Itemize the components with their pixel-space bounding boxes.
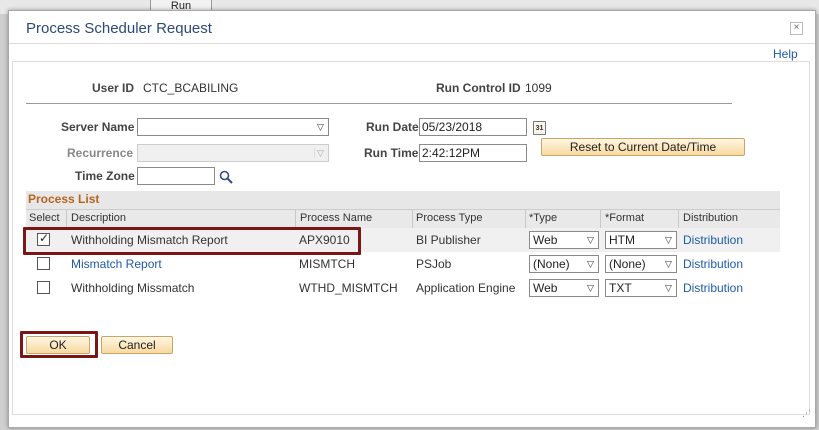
dialog-titlebar: Process Scheduler Request × [9, 11, 815, 44]
row-type-select[interactable]: Web ▽ [529, 279, 599, 297]
table-row: Withholding Missmatch WTHD_MISMTCH Appli… [26, 276, 780, 300]
ok-highlight-annotation [20, 331, 98, 358]
chevron-down-icon: ▽ [665, 235, 672, 245]
row-format-value: (None) [609, 257, 646, 271]
recurrence-label: Recurrence [67, 146, 134, 160]
chevron-down-icon: ▽ [587, 259, 594, 269]
close-icon[interactable]: × [790, 22, 803, 35]
chevron-down-icon: ▽ [317, 122, 324, 132]
run-date-input[interactable]: 05/23/2018 [419, 118, 527, 136]
row-process-type: Application Engine [416, 281, 516, 295]
cancel-button[interactable]: Cancel [101, 336, 173, 354]
col-description: Description [71, 212, 127, 224]
chevron-down-icon: ▽ [665, 259, 672, 269]
chevron-down-icon: ▽ [314, 148, 326, 158]
recurrence-select[interactable]: ▽ [137, 144, 329, 162]
row-format-select[interactable]: HTM ▽ [605, 231, 677, 249]
dialog-title: Process Scheduler Request [26, 20, 212, 37]
col-type: *Type [529, 212, 558, 224]
server-name-label: Server Name [61, 120, 135, 134]
chevron-down-icon: ▽ [587, 235, 594, 245]
col-distribution: Distribution [683, 212, 739, 224]
row-process-type: BI Publisher [416, 233, 481, 247]
run-date-label: Run Date [366, 120, 419, 134]
row-format-select[interactable]: TXT ▽ [605, 279, 677, 297]
process-list-column-headers: Select Description Process Name Process … [26, 209, 780, 229]
row-select-checkbox[interactable] [37, 281, 50, 294]
time-zone-input[interactable] [137, 167, 215, 185]
row-process-name: WTHD_MISMTCH [299, 281, 398, 295]
row-description: Withholding Missmatch [71, 281, 195, 295]
row-distribution-link[interactable]: Distribution [683, 233, 743, 247]
row-distribution-link[interactable]: Distribution [683, 257, 743, 271]
row-format-select[interactable]: (None) ▽ [605, 255, 677, 273]
row-process-type: PSJob [416, 257, 452, 271]
help-link[interactable]: Help [773, 47, 798, 61]
time-zone-label: Time Zone [75, 169, 135, 183]
row-highlight-annotation [23, 227, 361, 255]
col-divider [412, 210, 413, 228]
col-divider [295, 210, 296, 228]
col-select: Select [29, 212, 60, 224]
col-process-name: Process Name [300, 212, 373, 224]
run-control-id-label: Run Control ID [436, 81, 521, 95]
col-process-type: Process Type [416, 212, 483, 224]
chevron-down-icon: ▽ [587, 283, 594, 293]
col-format: *Format [605, 212, 645, 224]
col-divider [600, 210, 601, 228]
row-format-value: HTM [609, 233, 635, 247]
resize-grip-icon[interactable]: ⋰ [802, 408, 811, 419]
row-type-value: (None) [533, 257, 570, 271]
user-id-label: User ID [92, 81, 135, 95]
row-select-checkbox[interactable] [37, 257, 50, 270]
col-divider [678, 210, 679, 228]
lookup-icon[interactable] [219, 170, 233, 184]
process-list-title: Process List [28, 192, 100, 206]
col-divider [66, 210, 67, 228]
user-id-value: CTC_BCABILING [143, 81, 239, 95]
row-type-select[interactable]: (None) ▽ [529, 255, 599, 273]
row-format-value: TXT [609, 281, 632, 295]
row-type-value: Web [533, 281, 558, 295]
chevron-down-icon: ▽ [665, 283, 672, 293]
run-date-value: 05/23/2018 [422, 120, 483, 134]
table-row: Mismatch Report MISMTCH PSJob (None) ▽ (… [26, 252, 780, 276]
row-description-link[interactable]: Mismatch Report [71, 257, 162, 271]
run-time-label: Run Time [364, 146, 419, 160]
process-list-header: Process List [26, 191, 780, 209]
run-time-input[interactable]: 2:42:12PM [419, 144, 527, 162]
server-name-select[interactable]: ▽ [137, 118, 329, 136]
row-type-select[interactable]: Web ▽ [529, 231, 599, 249]
run-control-id-value: 1099 [525, 81, 552, 95]
process-scheduler-dialog: Process Scheduler Request × Help User ID… [8, 10, 816, 428]
calendar-icon[interactable]: 31 [533, 121, 546, 135]
row-distribution-link[interactable]: Distribution [683, 281, 743, 295]
col-divider [525, 210, 526, 228]
header-divider [26, 103, 732, 104]
row-type-value: Web [533, 233, 558, 247]
run-time-value: 2:42:12PM [422, 146, 481, 160]
reset-to-current-datetime-button[interactable]: Reset to Current Date/Time [541, 138, 745, 156]
row-process-name: MISMTCH [299, 257, 355, 271]
